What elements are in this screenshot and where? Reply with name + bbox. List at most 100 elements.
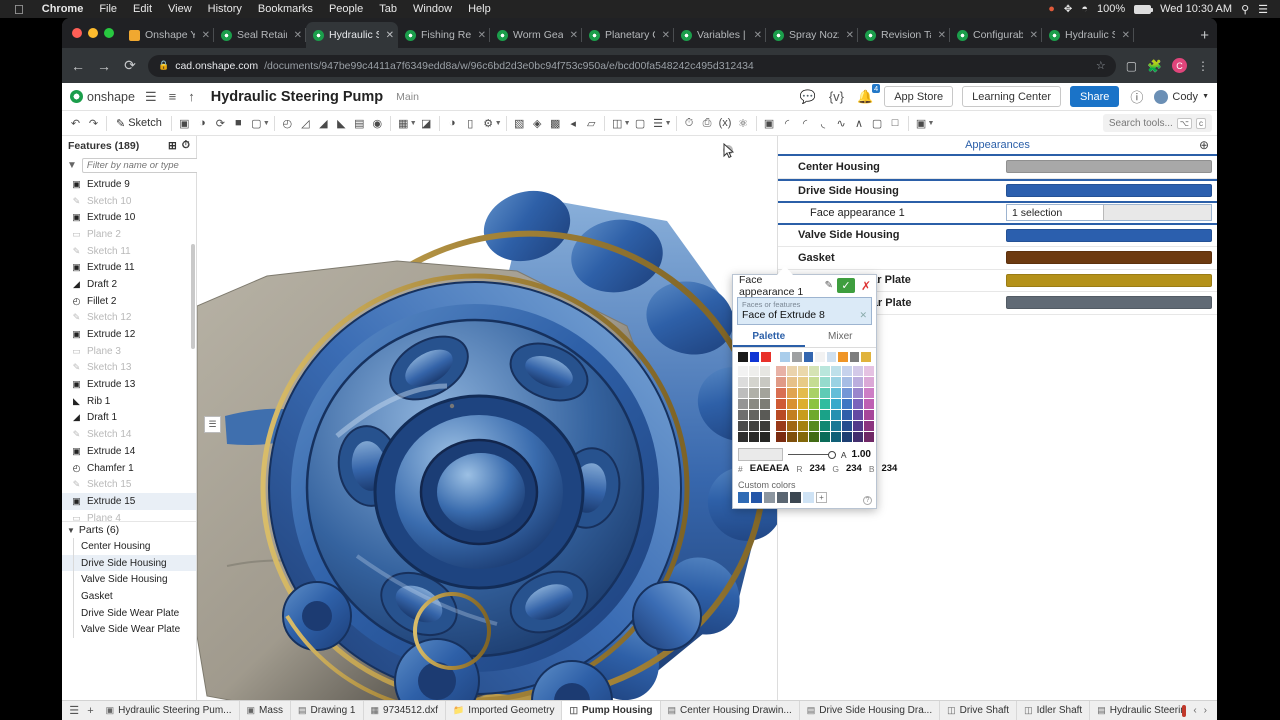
- chevron-down-icon[interactable]: ▼: [928, 120, 935, 127]
- chevron-down-icon[interactable]: ▼: [263, 120, 270, 127]
- feature-item[interactable]: ▣Extrude 11: [62, 259, 196, 276]
- palette-swatch[interactable]: [831, 399, 841, 409]
- undo-icon[interactable]: ↶: [67, 114, 84, 133]
- feature-item[interactable]: ✎Sketch 11: [62, 243, 196, 260]
- help-icon[interactable]: ⓘ: [1128, 87, 1145, 106]
- browser-tab[interactable]: Spray Nozzle |✕: [766, 22, 858, 48]
- shell-icon[interactable]: ▤: [351, 114, 368, 133]
- palette-swatch[interactable]: [749, 388, 759, 398]
- close-tab-icon[interactable]: ✕: [1028, 30, 1038, 41]
- custom-color-swatch[interactable]: [764, 492, 775, 503]
- add-custom-color-button[interactable]: +: [816, 492, 827, 503]
- palette-swatch[interactable]: [738, 352, 748, 362]
- forward-button[interactable]: →: [96, 58, 112, 74]
- palette-swatch[interactable]: [831, 377, 841, 387]
- alpha-slider-thumb[interactable]: [828, 451, 836, 459]
- part-item[interactable]: Drive Side Housing: [62, 555, 196, 572]
- close-tab-icon[interactable]: ✕: [200, 30, 210, 41]
- parts-section-header[interactable]: ▼ Parts (6): [62, 521, 196, 538]
- palette-swatch[interactable]: [760, 421, 770, 431]
- palette-swatch[interactable]: [842, 421, 852, 431]
- confirm-button[interactable]: ✓: [837, 278, 855, 293]
- palette-swatch[interactable]: [809, 432, 819, 442]
- palette-swatch[interactable]: [792, 352, 802, 362]
- browser-tab[interactable]: Onshape Year✕: [122, 22, 214, 48]
- feature-item[interactable]: ▣Extrude 10: [62, 209, 196, 226]
- appearance-icon[interactable]: ▣: [761, 114, 778, 133]
- appearance-row[interactable]: Center Housing: [778, 156, 1217, 179]
- part-item[interactable]: Gasket: [62, 588, 196, 605]
- alpha-slider[interactable]: [788, 449, 836, 461]
- palette-swatch[interactable]: [809, 421, 819, 431]
- appearance-row[interactable]: Drive Side Housing: [778, 179, 1217, 203]
- document-tab[interactable]: ◫Idler Shaft: [1017, 701, 1090, 720]
- faces-selection-field[interactable]: Faces or features Face of Extrude 8 ✕: [737, 297, 872, 325]
- palette-swatch[interactable]: [776, 421, 786, 431]
- palette-swatch[interactable]: [842, 399, 852, 409]
- feature-item[interactable]: ✎Sketch 15: [62, 476, 196, 493]
- palette-swatch[interactable]: [798, 410, 808, 420]
- palette-swatch[interactable]: [798, 421, 808, 431]
- user-menu[interactable]: Cody ▼: [1154, 90, 1209, 104]
- part-item[interactable]: Valve Side Wear Plate: [62, 621, 196, 638]
- mirror-icon[interactable]: ◪: [418, 114, 435, 133]
- feature-item[interactable]: ✎Sketch 12: [62, 310, 196, 327]
- close-tab-icon[interactable]: ✕: [936, 30, 946, 41]
- palette-swatch[interactable]: [787, 366, 797, 376]
- r-value[interactable]: 234: [809, 463, 825, 474]
- palette-swatch[interactable]: [842, 366, 852, 376]
- face-appearance-swatch[interactable]: [1103, 205, 1211, 220]
- chevron-down-icon[interactable]: ▼: [624, 120, 631, 127]
- palette-swatch[interactable]: [760, 388, 770, 398]
- clear-selection-icon[interactable]: ✕: [859, 310, 867, 321]
- appearance-color-swatch[interactable]: [1006, 160, 1212, 173]
- appearance-row[interactable]: Valve Side Housing: [778, 225, 1217, 248]
- insert-version-icon[interactable]: ↑: [186, 89, 197, 104]
- rib-icon[interactable]: ◣: [333, 114, 350, 133]
- share-button[interactable]: Share: [1070, 86, 1119, 107]
- add-appearance-icon[interactable]: ⊕: [1199, 138, 1209, 152]
- palette-swatch[interactable]: [853, 377, 863, 387]
- palette-swatch[interactable]: [787, 410, 797, 420]
- scroll-tabs-right-icon[interactable]: ›: [1204, 705, 1207, 716]
- feature-tree-scrollbar[interactable]: [191, 244, 195, 349]
- filter-icon[interactable]: ▼: [67, 160, 77, 171]
- configuration-icon[interactable]: ⚛: [735, 114, 752, 133]
- feature-item[interactable]: ▣Extrude 14: [62, 443, 196, 460]
- chrome-menu-icon[interactable]: ⋮: [1197, 59, 1209, 73]
- project-curve-icon[interactable]: ▢: [869, 114, 886, 133]
- palette-swatch[interactable]: [864, 366, 874, 376]
- close-window-button[interactable]: [72, 28, 82, 38]
- palette-swatch[interactable]: [853, 388, 863, 398]
- feature-item[interactable]: ▣Extrude 9: [62, 176, 196, 193]
- browser-tab[interactable]: Revision Table✕: [858, 22, 950, 48]
- document-tab[interactable]: ▤Center Housing Drawin...: [661, 701, 800, 720]
- loft-icon[interactable]: ■: [230, 114, 247, 133]
- search-tools-input[interactable]: Search tools... ⌥ c: [1103, 114, 1212, 132]
- palette-swatch[interactable]: [738, 399, 748, 409]
- cast-icon[interactable]: ▢: [1126, 59, 1137, 73]
- custom-color-swatch[interactable]: [751, 492, 762, 503]
- document-tab[interactable]: ◫Pump Housing: [562, 701, 660, 720]
- curve-icon[interactable]: ▢: [632, 114, 649, 133]
- address-bar[interactable]: 🔒 cad.onshape.com /documents/947be99c441…: [148, 55, 1116, 77]
- close-tab-icon[interactable]: ✕: [844, 30, 854, 41]
- thread-icon[interactable]: ◜: [797, 114, 814, 133]
- custom-color-swatch[interactable]: [738, 492, 749, 503]
- palette-swatch[interactable]: [776, 366, 786, 376]
- palette-swatch[interactable]: [749, 399, 759, 409]
- apple-menu-icon[interactable]: : [8, 3, 34, 16]
- palette-swatch[interactable]: [842, 377, 852, 387]
- menu-item-view[interactable]: View: [160, 3, 200, 15]
- redo-icon[interactable]: ↷: [85, 114, 102, 133]
- feature-item[interactable]: ✎Sketch 14: [62, 426, 196, 443]
- document-tab[interactable]: 📁Imported Geometry: [446, 701, 562, 720]
- boolean-icon[interactable]: ◑: [444, 114, 461, 133]
- feature-item[interactable]: ◴Fillet 2: [62, 293, 196, 310]
- close-tab-icon[interactable]: ✕: [384, 30, 394, 41]
- graphics-viewport[interactable]: ☰ ▦ ◉ Area: 8.771 in2 ◓ ▤: [197, 136, 777, 720]
- hex-value[interactable]: EAEAEA: [750, 463, 790, 474]
- document-tree-icon[interactable]: ≡: [167, 89, 179, 104]
- palette-swatch[interactable]: [776, 432, 786, 442]
- feature-item[interactable]: ▣Extrude 12: [62, 326, 196, 343]
